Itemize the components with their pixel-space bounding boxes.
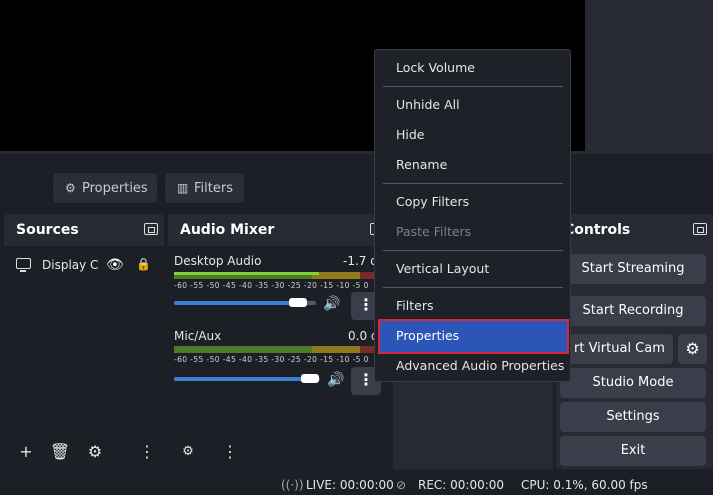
menu-item-rename[interactable]: Rename: [396, 157, 447, 172]
advanced-audio-settings-button[interactable]: ⚙: [174, 438, 202, 466]
menu-item-lock-volume[interactable]: Lock Volume: [396, 60, 475, 75]
monitor-icon: [16, 258, 31, 272]
source-item-display[interactable]: Display C 👁 🔒: [12, 256, 152, 276]
desktop-audio-label: Desktop Audio: [174, 254, 262, 268]
audio-mixer-dock-header: Audio Mixer: [168, 214, 388, 246]
audio-mixer-body: Desktop Audio -1.7 d -60 -55 -50 -45 -40…: [168, 246, 388, 469]
controls-dock-header: Controls: [556, 214, 713, 246]
gear-icon: ⚙: [685, 339, 700, 358]
menu-item-copy-filters[interactable]: Copy Filters: [396, 194, 469, 209]
context-menu: Lock Volume Unhide All Hide Rename Copy …: [374, 49, 571, 382]
live-signal-icon: ((·)): [281, 478, 304, 492]
menu-item-properties[interactable]: Properties: [396, 328, 459, 343]
menu-item-paste-filters: Paste Filters: [396, 224, 472, 239]
preview-side-panel: [585, 0, 713, 154]
menu-item-advanced-audio-properties[interactable]: Advanced Audio Properties: [396, 358, 564, 373]
cpu-fps: CPU: 0.1%, 60.00 fps: [521, 478, 648, 492]
start-recording-button[interactable]: Start Recording: [560, 296, 706, 326]
mic-aux-ticks: -60 -55 -50 -45 -40 -35 -30 -25 -20 -15 …: [174, 355, 369, 364]
rec-icon: ⊘: [396, 478, 407, 492]
gear-icon: ⚙: [65, 181, 76, 195]
menu-separator: [383, 250, 563, 251]
audio-mixer-dock: Audio Mixer Desktop Audio -1.7 d -60 -55…: [168, 214, 388, 469]
sources-dock: Sources Display C 👁 🔒 + 🗑 ⚙ ⋮: [4, 214, 164, 469]
virtual-cam-settings-button[interactable]: ⚙: [678, 334, 707, 364]
start-streaming-button[interactable]: Start Streaming: [560, 254, 706, 284]
start-virtual-cam-button[interactable]: rt Virtual Cam: [560, 334, 673, 364]
menu-separator: [383, 86, 563, 87]
menu-item-unhide-all[interactable]: Unhide All: [396, 97, 460, 112]
sources-list[interactable]: Display C 👁 🔒 + 🗑 ⚙ ⋮: [4, 246, 164, 469]
lock-icon[interactable]: 🔒: [136, 257, 151, 271]
menu-separator: [383, 287, 563, 288]
menu-item-vertical-layout[interactable]: Vertical Layout: [396, 261, 489, 276]
undock-icon[interactable]: [693, 223, 707, 235]
audio-mixer-title: Audio Mixer: [180, 222, 275, 238]
exit-button[interactable]: Exit: [560, 436, 706, 466]
add-source-button[interactable]: +: [12, 438, 40, 466]
rec-time: REC: 00:00:00: [418, 478, 505, 492]
menu-separator: [383, 183, 563, 184]
undock-icon[interactable]: [144, 223, 158, 235]
filter-icon: ▥: [177, 181, 189, 195]
desktop-audio-slider-fill: [174, 301, 296, 305]
speaker-icon[interactable]: 🔊: [323, 296, 340, 312]
menu-item-hide[interactable]: Hide: [396, 127, 425, 142]
sources-title: Sources: [16, 222, 79, 238]
source-name: Display C: [42, 258, 99, 272]
studio-mode-button[interactable]: Studio Mode: [560, 368, 706, 398]
mic-aux-meter: [174, 346, 374, 353]
desktop-audio-ticks: -60 -55 -50 -45 -40 -35 -30 -25 -20 -15 …: [174, 281, 369, 290]
filters-button[interactable]: ▥ Filters: [165, 173, 244, 203]
mic-aux-slider-fill: [174, 377, 308, 381]
properties-button[interactable]: ⚙ Properties: [53, 173, 157, 203]
live-time: LIVE: 00:00:00: [306, 478, 394, 492]
desktop-audio-slider-knob[interactable]: [289, 298, 307, 307]
sources-dock-header: Sources: [4, 214, 164, 246]
source-more-button[interactable]: ⋮: [139, 438, 155, 466]
desktop-audio-meter: [174, 272, 374, 279]
desktop-audio-db: -1.7 d: [343, 254, 378, 268]
mixer-more-button[interactable]: ⋮: [216, 438, 244, 466]
mic-aux-slider-knob[interactable]: [301, 374, 319, 383]
visibility-eye-icon[interactable]: 👁: [106, 257, 124, 273]
source-properties-button[interactable]: ⚙: [81, 438, 109, 466]
menu-item-filters[interactable]: Filters: [396, 298, 433, 313]
remove-source-button[interactable]: 🗑: [46, 438, 74, 466]
controls-title: Controls: [564, 222, 631, 238]
controls-dock: Controls Start Streaming Start Recording…: [556, 214, 713, 469]
speaker-icon[interactable]: 🔊: [327, 372, 344, 388]
settings-button[interactable]: Settings: [560, 402, 706, 432]
mic-aux-label: Mic/Aux: [174, 329, 222, 343]
